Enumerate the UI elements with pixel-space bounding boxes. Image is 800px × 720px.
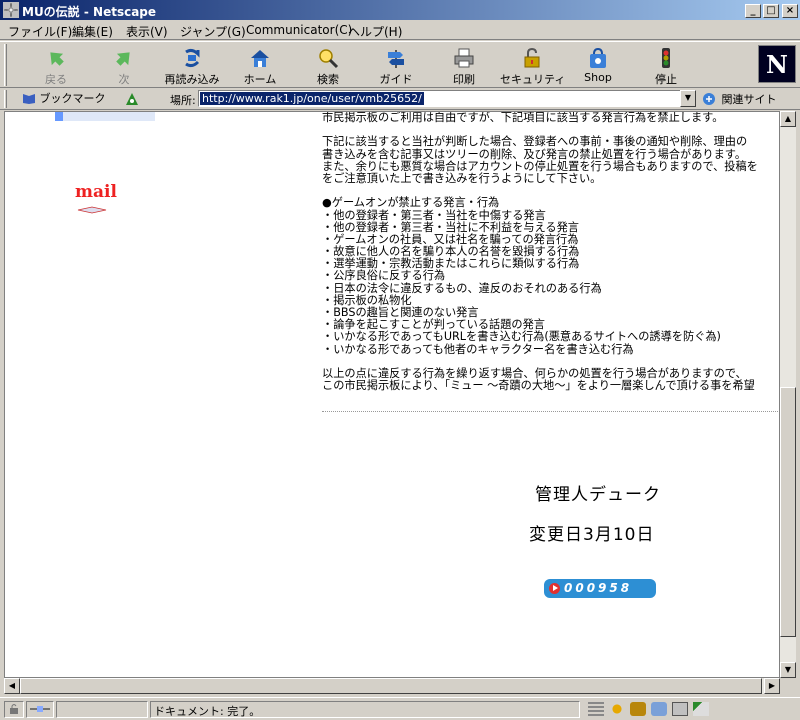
navigator-icon[interactable] <box>609 702 625 716</box>
location-grip[interactable] <box>4 90 7 108</box>
last-updated: 変更日3月10日 <box>529 525 655 545</box>
mailbox-icon[interactable] <box>630 702 646 716</box>
left-nav-fragment <box>55 112 155 121</box>
bookmarks-button[interactable]: ブックマーク <box>22 90 106 106</box>
menu-view[interactable]: 表示(V) <box>126 23 168 40</box>
discussions-icon[interactable] <box>651 702 667 716</box>
url-field[interactable]: http://www.rak1.jp/one/user/vmb25652/ <box>198 90 682 107</box>
menu-edit[interactable]: 編集(E) <box>72 23 113 40</box>
url-text: http://www.rak1.jp/one/user/vmb25652/ <box>200 92 424 105</box>
rules-line: をご注意頂いた上で書き込みを行うようにして下さい。 <box>322 171 602 185</box>
vertical-scrollbar[interactable]: ▲ ▼ <box>780 111 796 678</box>
security-button[interactable]: セキュリティ <box>500 44 565 86</box>
component-bar <box>588 702 714 719</box>
visitor-counter: 000958 <box>544 579 656 598</box>
menu-help[interactable]: ヘルプ(H) <box>348 23 402 40</box>
scroll-left-button[interactable]: ◀ <box>4 678 20 694</box>
page-content: mail 市民掲示板のご利用は自由ですが、下記項目に該当する発言行為を禁止します… <box>4 111 780 678</box>
rules-line: この市民掲示板により、「ミュー ～奇蹟の大地～」をより一層楽しんで頂ける事を希望 <box>322 379 755 393</box>
progress-meter <box>56 701 148 718</box>
security-status[interactable] <box>4 701 24 718</box>
scroll-corner <box>780 678 796 694</box>
scroll-down-button[interactable]: ▼ <box>780 662 796 678</box>
close-button[interactable]: × <box>782 4 798 18</box>
home-icon <box>251 50 269 67</box>
mail-link[interactable]: mail <box>75 182 117 202</box>
stop-button[interactable]: 停止 <box>634 44 698 86</box>
maximize-button[interactable]: □ <box>763 4 779 18</box>
window-controls: _ □ × <box>743 2 798 18</box>
bbs-rules-text: 市民掲示板のご利用は自由ですが、下記項目に該当する発言行為を禁止します。下記に該… <box>322 111 779 393</box>
location-label: 場所: <box>170 94 196 107</box>
menu-go[interactable]: ジャンプ(G) <box>180 23 246 40</box>
status-text: ドキュメント: 完了。 <box>150 701 580 718</box>
vertical-scroll-thumb[interactable] <box>780 387 796 637</box>
composer-icon[interactable] <box>672 702 688 716</box>
window-title: MUの伝説 - Netscape <box>22 5 157 19</box>
plug-icon <box>30 706 50 712</box>
stop-traffic-light-icon <box>662 48 670 68</box>
title-bar: MUの伝説 - Netscape _ □ × <box>0 0 800 20</box>
guide-signpost-icon <box>388 50 404 68</box>
back-arrow-icon <box>50 52 64 66</box>
rules-line: 書き込みを含む記事又はツリーの削除、及び発言の禁止処置を行う場合があります。 <box>322 147 747 161</box>
envelope-icon[interactable] <box>77 206 107 214</box>
rules-line: ●ゲームオンが禁止する発言・行為 <box>322 196 500 210</box>
url-dropdown-button[interactable]: ▼ <box>680 90 696 107</box>
shop-bag-icon <box>590 47 606 68</box>
horizontal-scroll-thumb[interactable] <box>20 678 762 694</box>
status-bar: ドキュメント: 完了。 <box>0 697 800 720</box>
rules-line: ・日本の法令に違反するもの、違反のおそれのある行為 <box>322 281 602 295</box>
bookmark-book-icon <box>23 94 35 104</box>
edit-page-icon[interactable] <box>693 702 709 716</box>
counter-value: 000958 <box>564 581 633 595</box>
lock-status-icon <box>10 704 18 714</box>
scroll-right-button[interactable]: ▶ <box>764 678 780 694</box>
admin-name: 管理人デューク <box>535 485 661 505</box>
print-button[interactable]: 印刷 <box>432 44 496 86</box>
navigation-toolbar: 戻る 次 再読み込み ホーム 検索 ガイド 印刷 セキュリティ Shop 停止 … <box>0 41 800 88</box>
search-icon <box>319 49 339 69</box>
search-button[interactable]: 検索 <box>296 44 360 86</box>
toolbar-grip[interactable] <box>4 44 7 86</box>
location-bar: ブックマーク 場所: http://www.rak1.jp/one/user/v… <box>0 88 800 110</box>
rules-line: ・他の登録者・第三者・当社を中傷する発言 <box>322 208 546 222</box>
back-button[interactable]: 戻る <box>24 44 88 86</box>
rules-line: ・いかなる形であってもURLを書き込む行為(悪意あるサイトへの誘導を防ぐ為) <box>322 330 721 344</box>
forward-arrow-icon <box>116 52 130 66</box>
netscape-app-icon[interactable] <box>3 2 19 18</box>
related-sites-icon <box>703 93 715 105</box>
forward-button[interactable]: 次 <box>92 44 156 86</box>
home-button[interactable]: ホーム <box>228 44 292 86</box>
reload-button[interactable]: 再読み込み <box>160 44 224 86</box>
guide-button[interactable]: ガイド <box>364 44 428 86</box>
menu-bar: ファイル(F) 編集(E) 表示(V) ジャンプ(G) Communicator… <box>0 20 800 40</box>
shop-button[interactable]: Shop <box>566 44 630 86</box>
related-sites-button[interactable]: 関連サイト <box>702 91 777 107</box>
minimize-button[interactable]: _ <box>745 4 761 18</box>
netscape-logo[interactable]: N <box>758 45 796 83</box>
menu-file[interactable]: ファイル(F) <box>8 23 72 40</box>
page-proxy-icon[interactable] <box>124 91 140 107</box>
printer-icon <box>454 48 474 68</box>
padlock-icon <box>524 47 540 68</box>
connection-status <box>26 701 54 718</box>
dotted-divider <box>322 411 779 412</box>
status-bar-icon[interactable] <box>588 702 604 716</box>
reload-icon <box>185 48 200 68</box>
rules-line: ・いかなる形であっても他者のキャラクター名を書き込む行為 <box>322 342 634 356</box>
horizontal-scrollbar[interactable]: ◀ ▶ <box>4 678 780 694</box>
rules-line: 下記に該当すると当社が判断した場合、登録者への事前・事後の通知や削除、理由の <box>322 135 748 149</box>
scroll-up-button[interactable]: ▲ <box>780 111 796 127</box>
counter-play-icon <box>549 583 560 594</box>
menu-communicator[interactable]: Communicator(C) <box>246 23 352 37</box>
rules-line: ・公序良俗に反する行為 <box>322 269 446 283</box>
rules-line: 市民掲示板のご利用は自由ですが、下記項目に該当する発言行為を禁止します。 <box>322 111 724 124</box>
